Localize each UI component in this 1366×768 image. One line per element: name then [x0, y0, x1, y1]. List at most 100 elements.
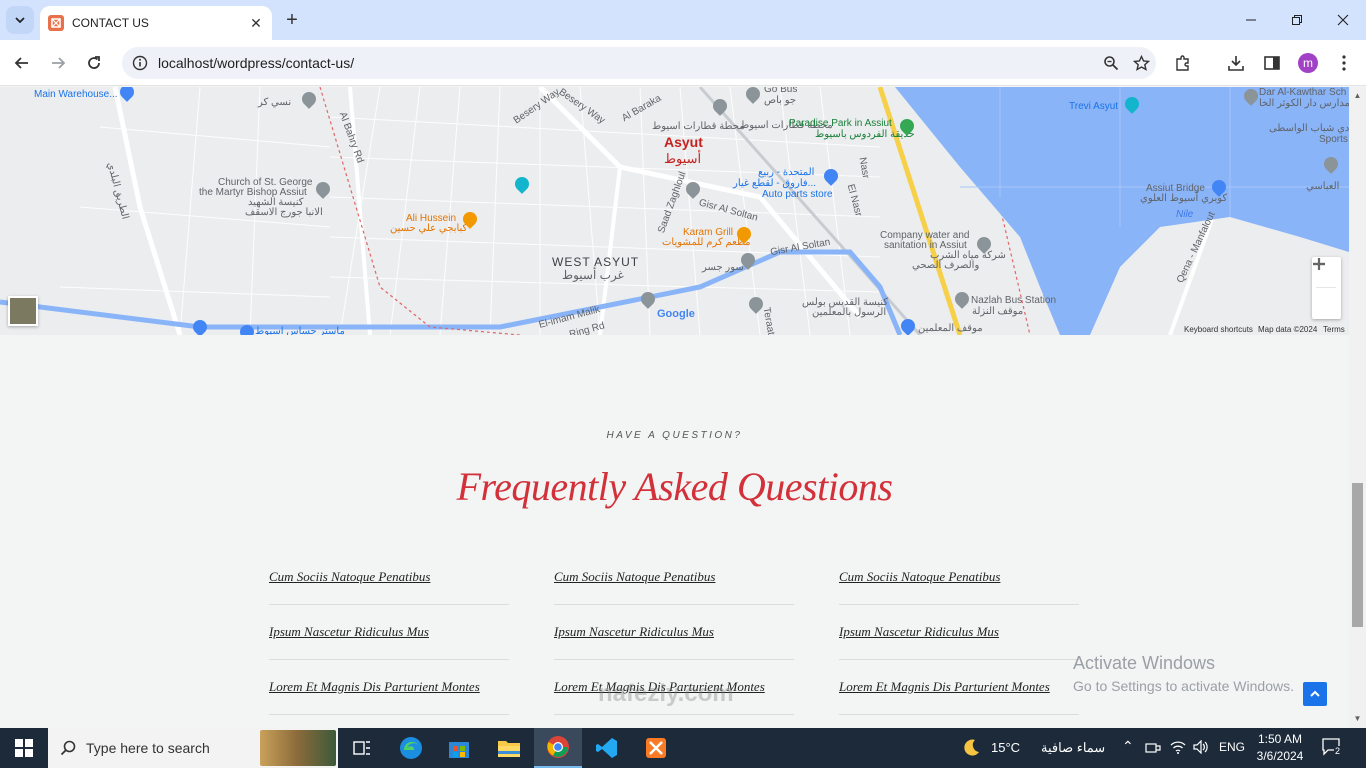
faq-question-link[interactable]: Ipsum Nascetur Ridiculus Mus	[554, 624, 714, 640]
map-label-west-asyut-ar: غرب أسيوط	[562, 268, 624, 282]
taskbar-edge[interactable]	[387, 728, 435, 768]
download-icon[interactable]	[1225, 52, 1247, 74]
tab-contact-us[interactable]: CONTACT US ✕	[40, 6, 272, 40]
map-keyboard-shortcuts-link[interactable]: Keyboard shortcuts	[1184, 325, 1253, 334]
minimize-button[interactable]	[1228, 8, 1274, 32]
faq-question-link[interactable]: Ipsum Nascetur Ridiculus Mus	[839, 624, 999, 640]
faq-item[interactable]: Lorem Et Magnis Dis Parturient Montes	[269, 660, 509, 715]
side-panel-icon[interactable]	[1261, 52, 1283, 74]
scroll-up-arrow-icon[interactable]: ▲	[1349, 89, 1366, 103]
taskbar-store[interactable]	[435, 728, 483, 768]
taskbar-clock[interactable]: 1:50 AM 3/6/2024	[1252, 731, 1308, 765]
map-label-assiut-bridge-ar: كوبري أسيوط العلوي	[1140, 193, 1228, 204]
moon-weather-icon	[964, 739, 979, 756]
activate-windows-title: Activate Windows	[1073, 653, 1216, 673]
map-label-main-warehouse: Main Warehouse...	[34, 89, 118, 100]
new-tab-button[interactable]: +	[282, 10, 302, 30]
map-label-paradise-park: Paradise Park in Assiut	[789, 118, 892, 129]
clock-time: 1:50 AM	[1257, 732, 1303, 746]
map-label-sour-gisr: سور جسر	[702, 262, 744, 273]
tab-title: CONTACT US	[72, 16, 149, 30]
faq-item[interactable]: Lorem Et Magnis Dis Parturient Montes	[839, 660, 1079, 715]
forward-button[interactable]	[45, 50, 71, 76]
map-label-church-ar-2: الانبا جورج الاسقف	[245, 207, 323, 218]
search-highlight-image	[260, 730, 336, 766]
notification-center-button[interactable]: 2	[1322, 738, 1344, 758]
scroll-down-arrow-icon[interactable]: ▼	[1349, 712, 1366, 726]
faq-item[interactable]: Cum Sociis Natoque Penatibus	[554, 550, 794, 605]
taskbar-vscode[interactable]	[583, 728, 631, 768]
map-label-city: Asyut	[664, 134, 703, 150]
bookmark-star-icon[interactable]	[1126, 54, 1156, 72]
map-zoom-controls	[1312, 257, 1341, 319]
reload-button[interactable]	[81, 50, 107, 76]
faq-question-link[interactable]: Cum Sociis Natoque Penatibus	[839, 569, 1000, 585]
taskbar-search-placeholder[interactable]: Type here to search	[86, 740, 210, 756]
faq-item[interactable]: Ipsum Nascetur Ridiculus Mus	[839, 605, 1079, 660]
browser-toolbar: localhost/wordpress/contact-us/ m	[0, 40, 1366, 86]
faq-question-link[interactable]: Cum Sociis Natoque Penatibus	[554, 569, 715, 585]
faq-question-link[interactable]: Ipsum Nascetur Ridiculus Mus	[269, 624, 429, 640]
faq-item[interactable]: Cum Sociis Natoque Penatibus	[269, 550, 509, 605]
tab-close-icon[interactable]: ✕	[246, 13, 266, 33]
address-bar[interactable]: localhost/wordpress/contact-us/	[122, 47, 1156, 79]
map-label-bottom-left: ماستر حساس اسيوط	[255, 326, 345, 335]
activate-windows-subtitle: Go to Settings to activate Windows.	[1073, 678, 1294, 694]
site-info-icon[interactable]	[124, 55, 156, 71]
faq-column-3: Cum Sociis Natoque Penatibus Ipsum Nasce…	[839, 550, 1079, 715]
minus-icon	[1313, 262, 1325, 266]
restore-button[interactable]	[1274, 8, 1320, 32]
extensions-icon[interactable]	[1172, 52, 1194, 74]
close-icon	[1337, 14, 1349, 26]
minimize-icon	[1246, 19, 1256, 21]
map-label-city-ar: أسيوط	[664, 151, 702, 166]
faq-item[interactable]: Ipsum Nascetur Ridiculus Mus	[554, 605, 794, 660]
task-view-button[interactable]	[338, 728, 386, 768]
profile-avatar[interactable]: m	[1298, 53, 1318, 73]
weather-description[interactable]: سماء صافية	[1041, 740, 1105, 756]
map-label-auto-parts: المتحدة - ربيع	[758, 167, 815, 178]
taskbar-xampp[interactable]	[632, 728, 680, 768]
url-text[interactable]: localhost/wordpress/contact-us/	[158, 55, 1096, 71]
clock-date: 3/6/2024	[1256, 749, 1304, 763]
tab-search-button[interactable]	[6, 6, 34, 34]
network-icon[interactable]	[1145, 741, 1161, 755]
map-label-church-paul-2: الرسول بالمعلمين	[812, 307, 887, 318]
close-window-button[interactable]	[1320, 8, 1366, 32]
zoom-magnifier-icon[interactable]	[1096, 55, 1126, 71]
faq-question-link[interactable]: Cum Sociis Natoque Penatibus	[269, 569, 430, 585]
faq-item[interactable]: Cum Sociis Natoque Penatibus	[839, 550, 1079, 605]
faq-eyebrow: HAVE A QUESTION?	[606, 430, 743, 441]
map-label-nasy-kor: نسي كر	[258, 97, 292, 108]
faq-question-link[interactable]: Lorem Et Magnis Dis Parturient Montes	[839, 679, 1050, 695]
start-button[interactable]	[0, 728, 48, 768]
map-label-auto-parts-3: Auto parts store	[762, 189, 833, 200]
map-label-dar-al-kawthar-ar: مدارس دار الكوثر الخا	[1259, 98, 1349, 109]
wifi-icon[interactable]	[1170, 740, 1186, 754]
page-scrollbar[interactable]: ▲ ▼	[1349, 87, 1366, 728]
input-language[interactable]: ENG	[1219, 740, 1245, 754]
weather-temperature[interactable]: 15°C	[991, 740, 1020, 755]
tray-chevron-up-icon[interactable]: ⌃	[1122, 738, 1134, 755]
map-label-go-bus: Go Bus	[764, 87, 798, 95]
faq-item[interactable]: Ipsum Nascetur Ridiculus Mus	[269, 605, 509, 660]
back-button[interactable]	[9, 50, 35, 76]
map-terms-link[interactable]: Terms	[1323, 325, 1345, 334]
map-label-company-water-ar-2: والصرف الصحي	[912, 260, 980, 271]
arrow-up-icon	[1310, 690, 1320, 697]
taskbar-chrome[interactable]	[534, 728, 582, 768]
map-label-nile: Nile	[1176, 209, 1194, 220]
google-map[interactable]: Main Warehouse... نسي كر Al Bahry Rd Bes…	[0, 87, 1349, 335]
vscode-icon	[596, 738, 617, 758]
taskbar-search-box[interactable]: Type here to search	[48, 728, 338, 768]
zoom-out-button[interactable]	[1312, 262, 1341, 318]
scrollbar-thumb[interactable]	[1352, 483, 1363, 627]
map-label-elabaseya: العباسي	[1306, 181, 1340, 192]
volume-icon[interactable]	[1193, 740, 1209, 754]
faq-question-link[interactable]: Lorem Et Magnis Dis Parturient Montes	[269, 679, 480, 695]
back-to-top-button[interactable]	[1303, 682, 1327, 706]
satellite-toggle-thumbnail[interactable]	[8, 296, 38, 326]
menu-kebab-icon[interactable]	[1333, 52, 1355, 74]
taskbar-file-explorer[interactable]	[485, 728, 533, 768]
edge-icon	[400, 737, 422, 759]
